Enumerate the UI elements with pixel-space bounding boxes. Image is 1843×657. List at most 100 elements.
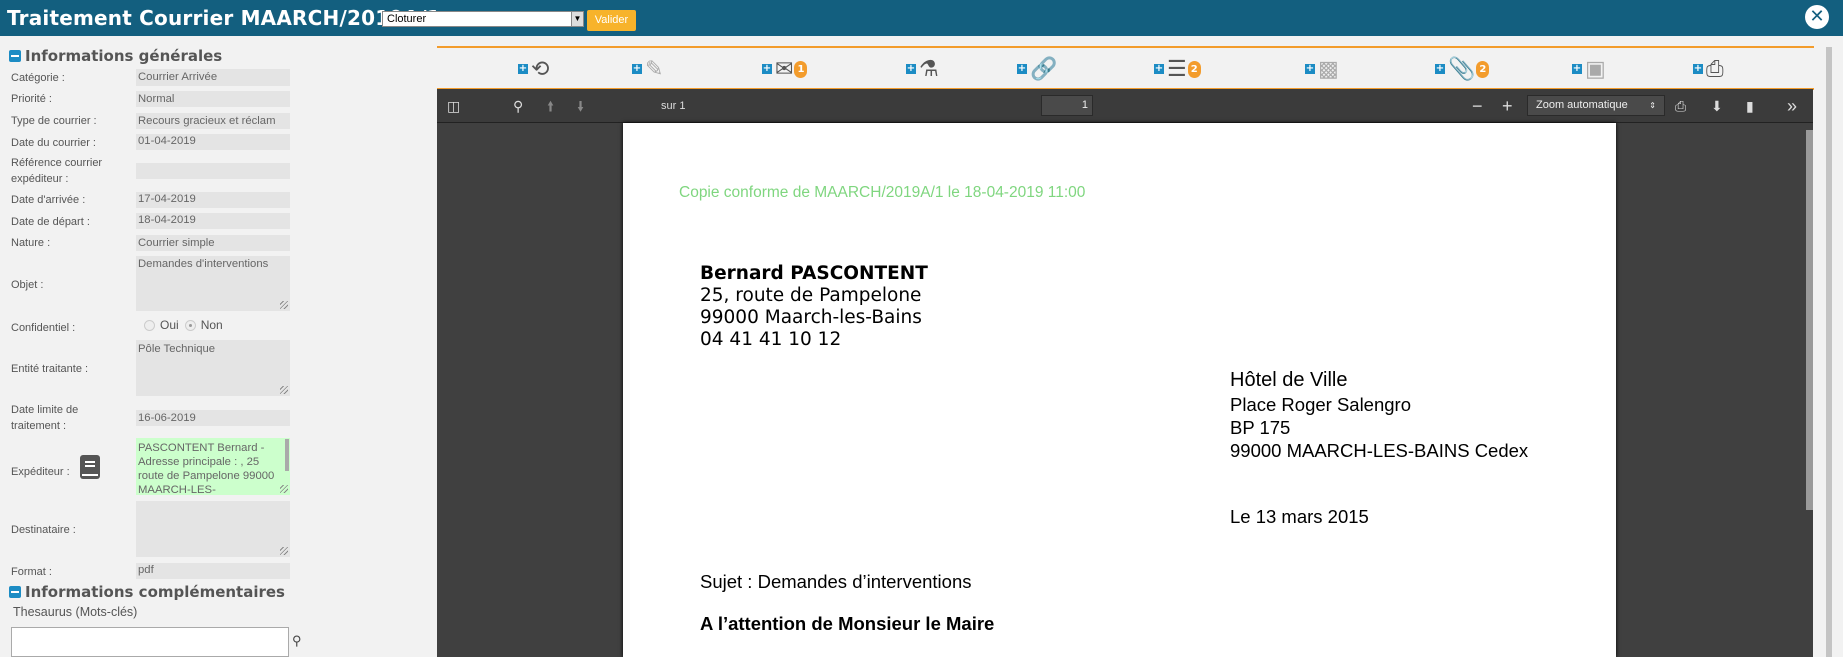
plus-icon: + [1017, 63, 1027, 74]
bookmark-icon[interactable]: ▮ [1746, 89, 1754, 123]
section-title: Informations complémentaires [25, 583, 285, 601]
search-icon[interactable]: ⚲ [513, 89, 523, 123]
plus-icon: + [1435, 63, 1445, 74]
field-expediteur[interactable]: PASCONTENT Bernard - Adresse principale … [136, 438, 290, 495]
radio-oui-label: Oui [160, 318, 179, 332]
zoom-in-button[interactable]: + [1502, 89, 1513, 123]
recipient-line: BP 175 [1230, 417, 1291, 438]
page-count: sur 1 [661, 100, 686, 112]
thesaurus-label: Thesaurus (Mots-clés) [13, 605, 138, 619]
more-tools-icon[interactable]: » [1787, 89, 1797, 123]
toolbar-history[interactable]: + ⟲ [518, 55, 549, 83]
share-icon: ⚗ [919, 56, 939, 81]
label-expediteur: Expéditeur : [11, 466, 70, 478]
scrollbar[interactable] [1826, 47, 1832, 657]
letter-date: Le 13 mars 2015 [1230, 506, 1369, 527]
toolbar-suitcase[interactable]: + ▣ [1572, 55, 1606, 83]
label-date-depart: Date de départ : [11, 216, 90, 228]
letter-attention: A l’attention de Monsieur le Maire [700, 613, 995, 634]
plus-icon: + [906, 63, 916, 74]
label-categorie: Catégorie : [11, 72, 65, 84]
scrollbar[interactable] [1806, 130, 1813, 510]
collapse-icon [9, 586, 21, 598]
plus-icon: + [632, 63, 642, 74]
pdf-toolbar: ◫ ⚲ 🠙 🠛 1 sur 1 − + Zoom automatique ⇕ ⎙ … [437, 89, 1813, 123]
close-icon[interactable]: ✕ [1805, 5, 1829, 29]
field-categorie[interactable]: Courrier Arrivée [136, 69, 290, 86]
label-format: Format : [11, 566, 52, 578]
toolbar-comments[interactable]: + ▩ [1305, 55, 1339, 83]
field-objet[interactable]: Demandes d'interventions [136, 256, 290, 311]
badge: 1 [794, 60, 808, 78]
label-date-arrivee: Date d'arrivée : [11, 194, 86, 206]
label-date-courrier: Date du courrier : [11, 137, 96, 149]
field-date-limite[interactable]: 16-06-2019 [136, 410, 290, 426]
label-priorite: Priorité : [11, 93, 52, 105]
field-type[interactable]: Recours gracieux et réclam [136, 113, 290, 129]
chevron-down-icon: ▼ [571, 12, 583, 26]
address-book-icon[interactable] [80, 455, 100, 479]
field-destinataire[interactable] [136, 501, 290, 557]
zoom-out-button[interactable]: − [1472, 89, 1483, 123]
printer-icon: ⎙ [1706, 56, 1724, 81]
section-title: Informations générales [25, 47, 223, 65]
field-date-courrier[interactable]: 01-04-2019 [136, 134, 290, 150]
label-date-limite: Date limite de traitement : [11, 404, 79, 432]
toolbar-links[interactable]: + 🔗 [1017, 55, 1057, 83]
label-type: Type de courrier : [11, 115, 97, 127]
action-select[interactable]: Cloturer ▼ [382, 11, 584, 27]
field-reference[interactable] [136, 163, 290, 179]
download-icon[interactable]: ⬇ [1711, 89, 1723, 123]
arrow-up-icon[interactable]: 🠙 [547, 89, 554, 123]
certified-copy-stamp: Copie conforme de MAARCH/2019A/1 le 18-0… [679, 184, 1086, 201]
search-icon[interactable]: ⚲ [292, 633, 302, 649]
list-icon: ☰ [1167, 56, 1187, 81]
field-nature[interactable]: Courrier simple [136, 235, 290, 251]
action-select-value: Cloturer [387, 13, 427, 25]
field-date-arrivee[interactable]: 17-04-2019 [136, 192, 290, 208]
label-reference: Référence courrier expéditeur : [11, 157, 103, 185]
plus-icon: + [1305, 63, 1315, 74]
print-icon[interactable]: ⎙ [1675, 89, 1686, 123]
sender-name: Bernard PASCONTENT [700, 263, 928, 284]
radio-non[interactable] [184, 320, 196, 331]
plus-icon: + [1572, 63, 1582, 74]
toolbar-print[interactable]: + ⎙ [1693, 55, 1724, 83]
label-confidentiel: Confidentiel : [11, 322, 76, 334]
letter-subject: Sujet : Demandes d’interventions [700, 571, 972, 592]
field-entite[interactable]: Pôle Technique [136, 340, 290, 396]
toolbar-share[interactable]: + ⚗ [906, 55, 939, 83]
page-number-input[interactable]: 1 [1041, 95, 1093, 116]
plus-icon: + [1154, 63, 1164, 74]
recipient-line: Hôtel de Ville [1230, 369, 1348, 391]
pdf-page: Copie conforme de MAARCH/2019A/1 le 18-0… [623, 123, 1616, 657]
toolbar-attachments[interactable]: + 📎 2 [1435, 55, 1490, 83]
section-general[interactable]: Informations générales [9, 47, 222, 65]
pencil-icon: ✎ [645, 56, 664, 81]
divider [437, 46, 1814, 48]
label-destinataire: Destinataire : [11, 524, 76, 536]
zoom-select[interactable]: Zoom automatique ⇕ [1527, 95, 1665, 116]
field-priorite[interactable]: Normal [136, 91, 290, 107]
comment-icon: ▩ [1318, 56, 1339, 81]
zoom-value: Zoom automatique [1536, 99, 1628, 111]
thesaurus-input[interactable] [11, 627, 289, 657]
link-icon: 🔗 [1030, 56, 1058, 81]
toolbar-notes[interactable]: + ✎ [632, 55, 663, 83]
plus-icon: + [518, 63, 528, 74]
radio-oui[interactable] [144, 320, 155, 331]
toolbar-list[interactable]: + ☰ 2 [1154, 55, 1201, 83]
plus-icon: + [1693, 63, 1703, 74]
sidebar-toggle-icon[interactable]: ◫ [447, 89, 460, 123]
radio-non-label: Non [200, 318, 223, 332]
paperclip-icon: 📎 [1448, 56, 1476, 81]
validate-button[interactable]: Valider [587, 10, 636, 31]
collapse-icon [9, 50, 21, 62]
field-date-depart[interactable]: 18-04-2019 [136, 213, 290, 229]
scrollbar[interactable] [285, 439, 289, 471]
toolbar-mail[interactable]: + ✉ 1 [762, 55, 808, 83]
section-complementary[interactable]: Informations complémentaires [9, 583, 285, 601]
arrow-down-icon[interactable]: 🠛 [577, 89, 584, 123]
field-format[interactable]: pdf [136, 563, 290, 579]
sender-line: 04 41 41 10 12 [700, 329, 842, 350]
